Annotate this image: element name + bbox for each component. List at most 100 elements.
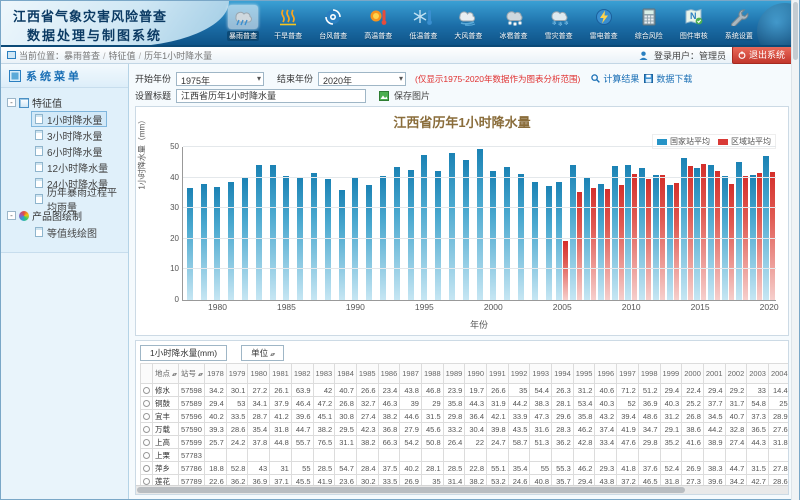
place-column-header[interactable]: 地点▴▾ [153, 364, 179, 384]
bar-group-2005[interactable] [556, 147, 570, 300]
tree-item-12小时降水量[interactable]: 12小时降水量 [31, 159, 112, 175]
tree-item-3小时降水量[interactable]: 3小时降水量 [31, 127, 107, 143]
bar-group-1987[interactable] [307, 147, 321, 300]
logout-button[interactable]: 退出系统 [732, 46, 793, 64]
row-radio-button[interactable] [143, 387, 150, 394]
value-cell: 33.9 [508, 410, 530, 423]
bar-group-1999[interactable] [473, 147, 487, 300]
bar-group-1980[interactable] [211, 147, 225, 300]
value-cell [530, 449, 552, 462]
station-column-header[interactable]: 站号▴▾ [179, 364, 205, 384]
bar-group-1997[interactable] [445, 147, 459, 300]
row-radio-button[interactable] [143, 465, 150, 472]
tree-item-1小时降水量[interactable]: 1小时降水量 [31, 111, 107, 127]
toolbar-item-calculator[interactable]: 综合风险 [629, 3, 669, 41]
sort-icon[interactable]: ▴▾ [172, 372, 176, 378]
vscrollbar-thumb[interactable] [793, 2, 798, 60]
start-year-select[interactable]: 1975年 [176, 72, 264, 86]
value-cell: 36.5 [747, 423, 769, 436]
station-cell: 57783 [179, 449, 205, 462]
bar-group-2019[interactable] [749, 147, 763, 300]
bar-group-2011[interactable] [638, 147, 652, 300]
unit-selector[interactable]: 单位▴▾ [241, 345, 284, 361]
calculate-button[interactable]: 计算结果 [591, 72, 639, 85]
bar-group-1998[interactable] [459, 147, 473, 300]
toolbar-item-typhoon[interactable]: 台风普查 [313, 3, 353, 41]
tree-item-等值线绘图[interactable]: 等值线绘图 [31, 224, 101, 240]
page-icon [35, 162, 43, 172]
bar-group-1979[interactable] [197, 147, 211, 300]
dataset-selector[interactable]: 1小时降水量(mm) [140, 345, 227, 361]
tree-item-历年暴雨过程平均雨量[interactable]: 历年暴雨过程平均雨量 [31, 191, 124, 207]
row-radio-button[interactable] [143, 426, 150, 433]
breadcrumb-item[interactable]: 暴雨普查 [64, 51, 100, 61]
bar-group-1984[interactable] [266, 147, 280, 300]
sort-icon[interactable]: ▴▾ [198, 372, 202, 378]
toolbar-item-hail[interactable]: 冰雹普查 [493, 3, 533, 41]
bar-group-1988[interactable] [321, 147, 335, 300]
bar-group-1978[interactable] [183, 147, 197, 300]
bar-group-2016[interactable] [707, 147, 721, 300]
bar-national-2010 [625, 165, 631, 300]
toolbar-item-lightning[interactable]: 雷电普查 [584, 3, 624, 41]
breadcrumb-item[interactable]: 历年1小时降水量 [144, 51, 212, 61]
expander-icon[interactable]: - [7, 98, 16, 107]
breadcrumb-item[interactable]: 特征值 [109, 51, 136, 61]
toolbar-item-map[interactable]: N图件审核 [674, 3, 714, 41]
horizontal-scrollbar[interactable] [136, 485, 788, 494]
tree-group-0[interactable]: -特征值 [7, 94, 124, 111]
toolbar-item-heat[interactable]: 干旱普查 [268, 3, 308, 41]
toolbar-item-snow[interactable]: ❄❄❄雪灾普查 [539, 3, 579, 41]
bar-group-2014[interactable] [680, 147, 694, 300]
row-radio-button[interactable] [143, 452, 150, 459]
scrollbar-thumb[interactable] [137, 487, 685, 493]
end-year-select[interactable]: 2020年 [318, 72, 406, 86]
bar-group-2010[interactable] [625, 147, 639, 300]
value-cell: 40.7 [725, 410, 747, 423]
bar-group-1986[interactable] [293, 147, 307, 300]
bar-group-1994[interactable] [404, 147, 418, 300]
row-radio-button[interactable] [143, 413, 150, 420]
bar-group-1995[interactable] [418, 147, 432, 300]
bar-group-2012[interactable] [652, 147, 666, 300]
bar-group-2015[interactable] [693, 147, 707, 300]
bar-group-1990[interactable] [349, 147, 363, 300]
toolbar-item-hot[interactable]: 高温普查 [358, 3, 398, 41]
bar-group-2020[interactable] [762, 147, 776, 300]
bar-group-2001[interactable] [500, 147, 514, 300]
row-radio-button[interactable] [143, 439, 150, 446]
bar-group-1992[interactable] [376, 147, 390, 300]
bar-group-1981[interactable] [224, 147, 238, 300]
download-button[interactable]: 数据下载 [644, 72, 692, 85]
bar-group-2003[interactable] [528, 147, 542, 300]
vertical-scrollbar[interactable] [791, 0, 799, 500]
bar-group-2018[interactable] [735, 147, 749, 300]
toolbar-item-rain[interactable]: 暴雨普查 [223, 3, 263, 41]
tree-item-6小时降水量[interactable]: 6小时降水量 [31, 143, 107, 159]
save-image-button[interactable]: 保存图片 [394, 89, 430, 102]
toolbar-item-cold[interactable]: 低温普查 [403, 3, 443, 41]
bar-group-2007[interactable] [583, 147, 597, 300]
bar-group-1991[interactable] [362, 147, 376, 300]
bar-group-1982[interactable] [238, 147, 252, 300]
bar-group-2008[interactable] [597, 147, 611, 300]
bar-group-2013[interactable] [666, 147, 680, 300]
bar-group-1993[interactable] [390, 147, 404, 300]
toolbar-item-wrench[interactable]: 系统设置 [719, 3, 759, 41]
expander-icon[interactable]: - [7, 211, 16, 220]
year-column-header: 1997 [617, 364, 639, 384]
bar-group-2002[interactable] [514, 147, 528, 300]
bar-group-1996[interactable] [431, 147, 445, 300]
toolbar-item-wind[interactable]: 大风普查 [448, 3, 488, 41]
bar-group-2006[interactable] [569, 147, 583, 300]
bar-group-1989[interactable] [335, 147, 349, 300]
row-radio-button[interactable] [143, 400, 150, 407]
bar-group-1983[interactable] [252, 147, 266, 300]
bar-group-2009[interactable] [611, 147, 625, 300]
row-radio-button[interactable] [143, 478, 150, 485]
chart-title-input[interactable] [176, 89, 366, 103]
bar-group-2004[interactable] [542, 147, 556, 300]
bar-group-2017[interactable] [721, 147, 735, 300]
bar-group-1985[interactable] [280, 147, 294, 300]
bar-group-2000[interactable] [487, 147, 501, 300]
